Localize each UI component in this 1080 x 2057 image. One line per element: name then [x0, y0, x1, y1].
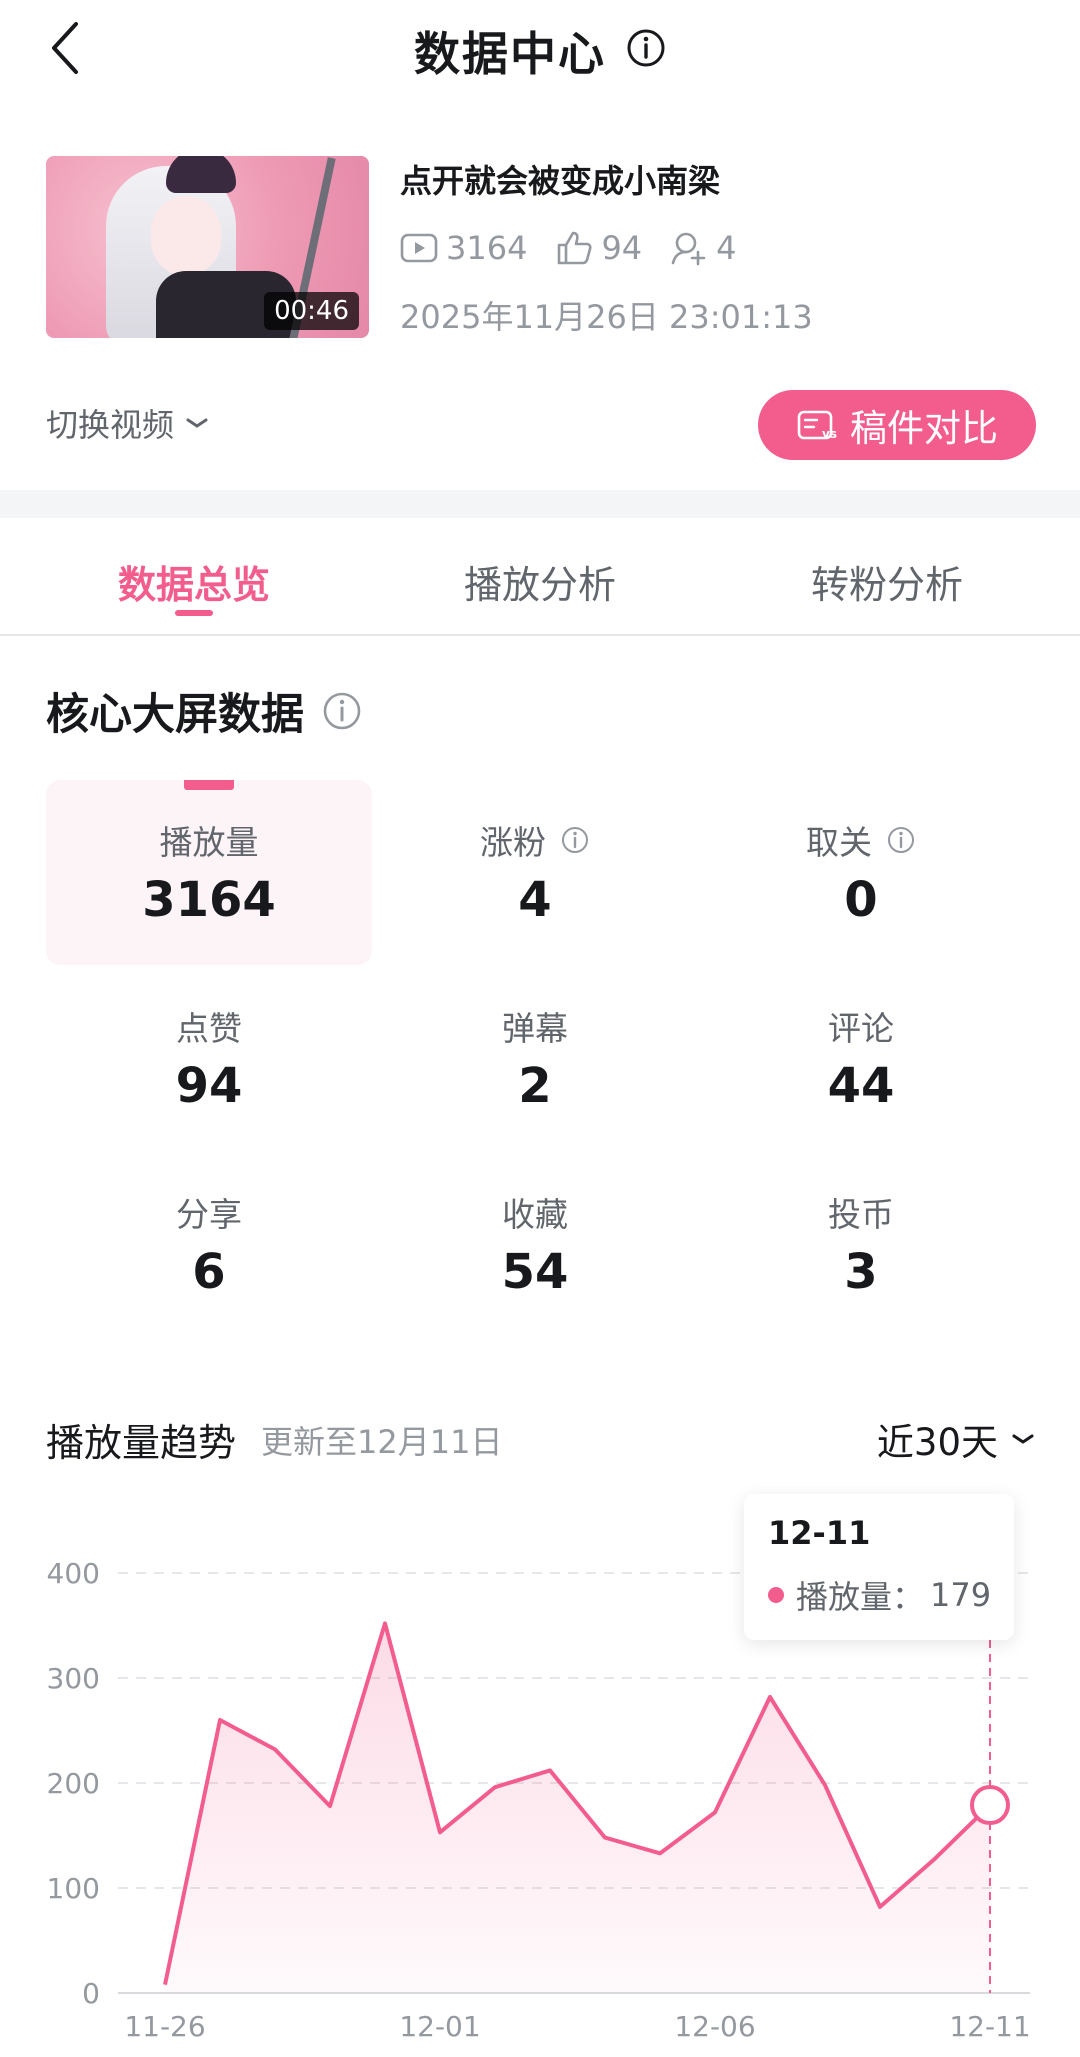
- video-card[interactable]: 00:46 点开就会被变成小南梁 3164 94 4 2025年11月26日 2…: [46, 156, 1036, 341]
- compare-vs-icon: vs: [797, 410, 837, 441]
- compare-button[interactable]: vs 稿件对比: [758, 390, 1036, 460]
- svg-text:vs: vs: [822, 427, 837, 441]
- metric-selected-bar: [184, 780, 234, 790]
- trend-title: 播放量趋势: [46, 1421, 237, 1465]
- metric-likes[interactable]: 点赞 94: [46, 966, 372, 1151]
- info-icon[interactable]: [322, 691, 362, 731]
- x-tick-label: 11-26: [124, 2010, 205, 2043]
- tooltip-date: 12-11: [768, 1514, 871, 1552]
- info-icon[interactable]: [560, 825, 590, 855]
- metric-new-fans[interactable]: 涨粉 4: [372, 780, 698, 965]
- like-count: 94: [555, 229, 642, 267]
- tooltip-value: 179: [930, 1576, 992, 1614]
- tooltip-row: 播放量： 179: [768, 1572, 991, 1618]
- metric-value: 6: [192, 1244, 226, 1300]
- metric-value: 4: [518, 872, 552, 928]
- chevron-down-icon: [1012, 1434, 1034, 1444]
- trend-updated: 更新至12月11日: [261, 1423, 503, 1461]
- metric-value: 3164: [142, 872, 276, 928]
- metric-value: 54: [501, 1244, 569, 1300]
- video-stats: 3164 94 4: [400, 228, 765, 268]
- metric-favorites[interactable]: 收藏 54: [372, 1152, 698, 1337]
- fan-count: 4: [670, 229, 737, 267]
- tab-active-indicator: [175, 610, 213, 616]
- core-section-title: 核心大屏数据: [46, 680, 362, 742]
- publish-time: 2025年11月26日 23:01:13: [400, 298, 813, 336]
- play-icon: [400, 233, 438, 263]
- chart-tooltip: 12-11 播放量： 179: [744, 1494, 1014, 1640]
- y-tick-label: 100: [47, 1872, 100, 1905]
- switch-video-button[interactable]: 切换视频: [46, 400, 210, 446]
- header: 数据中心: [0, 0, 1080, 100]
- metric-value: 44: [827, 1058, 895, 1114]
- page-title-wrap: 数据中心: [0, 18, 1080, 84]
- metric-value: 94: [175, 1058, 243, 1114]
- metric-coins[interactable]: 投币 3: [698, 1152, 1024, 1337]
- metric-value: 2: [518, 1058, 552, 1114]
- metric-plays[interactable]: 播放量 3164: [46, 780, 372, 965]
- compare-button-label: 稿件对比: [850, 407, 998, 450]
- info-icon[interactable]: [886, 825, 916, 855]
- y-tick-label: 300: [47, 1662, 100, 1695]
- section-divider: [0, 490, 1080, 518]
- trend-header: 播放量趋势 更新至12月11日 近30天: [46, 1412, 1036, 1465]
- tab-fan-analysis[interactable]: 转粉分析: [737, 554, 1037, 609]
- metric-shares[interactable]: 分享 6: [46, 1152, 372, 1337]
- y-tick-label: 200: [47, 1767, 100, 1800]
- video-thumbnail[interactable]: 00:46: [46, 156, 369, 338]
- metric-value: 3: [844, 1244, 878, 1300]
- video-title: 点开就会被变成小南梁: [400, 162, 721, 200]
- y-tick-label: 400: [47, 1557, 100, 1590]
- video-duration: 00:46: [264, 292, 359, 330]
- core-metrics-grid: 播放量 3164 涨粉 4 取关 0 点赞 94 弹幕 2 评论 44 分享 6…: [46, 780, 1036, 1340]
- metric-value: 0: [844, 872, 878, 928]
- info-icon[interactable]: [626, 28, 666, 68]
- y-tick-label: 0: [82, 1977, 100, 2010]
- tooltip-label: 播放量：: [796, 1578, 925, 1616]
- switch-video-label: 切换视频: [46, 406, 175, 444]
- metric-comments[interactable]: 评论 44: [698, 966, 1024, 1151]
- x-tick-label: 12-01: [399, 2010, 480, 2043]
- play-count: 3164: [400, 229, 527, 267]
- add-fan-icon: [671, 232, 706, 266]
- x-tick-label: 12-11: [949, 2010, 1030, 2043]
- metric-unfollows[interactable]: 取关 0: [698, 780, 1024, 965]
- range-select[interactable]: 近30天: [877, 1412, 1036, 1466]
- tab-play-analysis[interactable]: 播放分析: [390, 554, 690, 609]
- tab-bar: 数据总览 播放分析 转粉分析: [0, 518, 1080, 636]
- page-title: 数据中心: [414, 27, 606, 81]
- chevron-down-icon: [186, 418, 208, 428]
- metric-danmaku[interactable]: 弹幕 2: [372, 966, 698, 1151]
- series-dot: [768, 1587, 784, 1603]
- x-tick-label: 12-06: [674, 2010, 755, 2043]
- thumb-up-icon: [558, 231, 592, 265]
- tab-overview[interactable]: 数据总览: [44, 554, 344, 609]
- highlight-point-marker[interactable]: [970, 1785, 1010, 1826]
